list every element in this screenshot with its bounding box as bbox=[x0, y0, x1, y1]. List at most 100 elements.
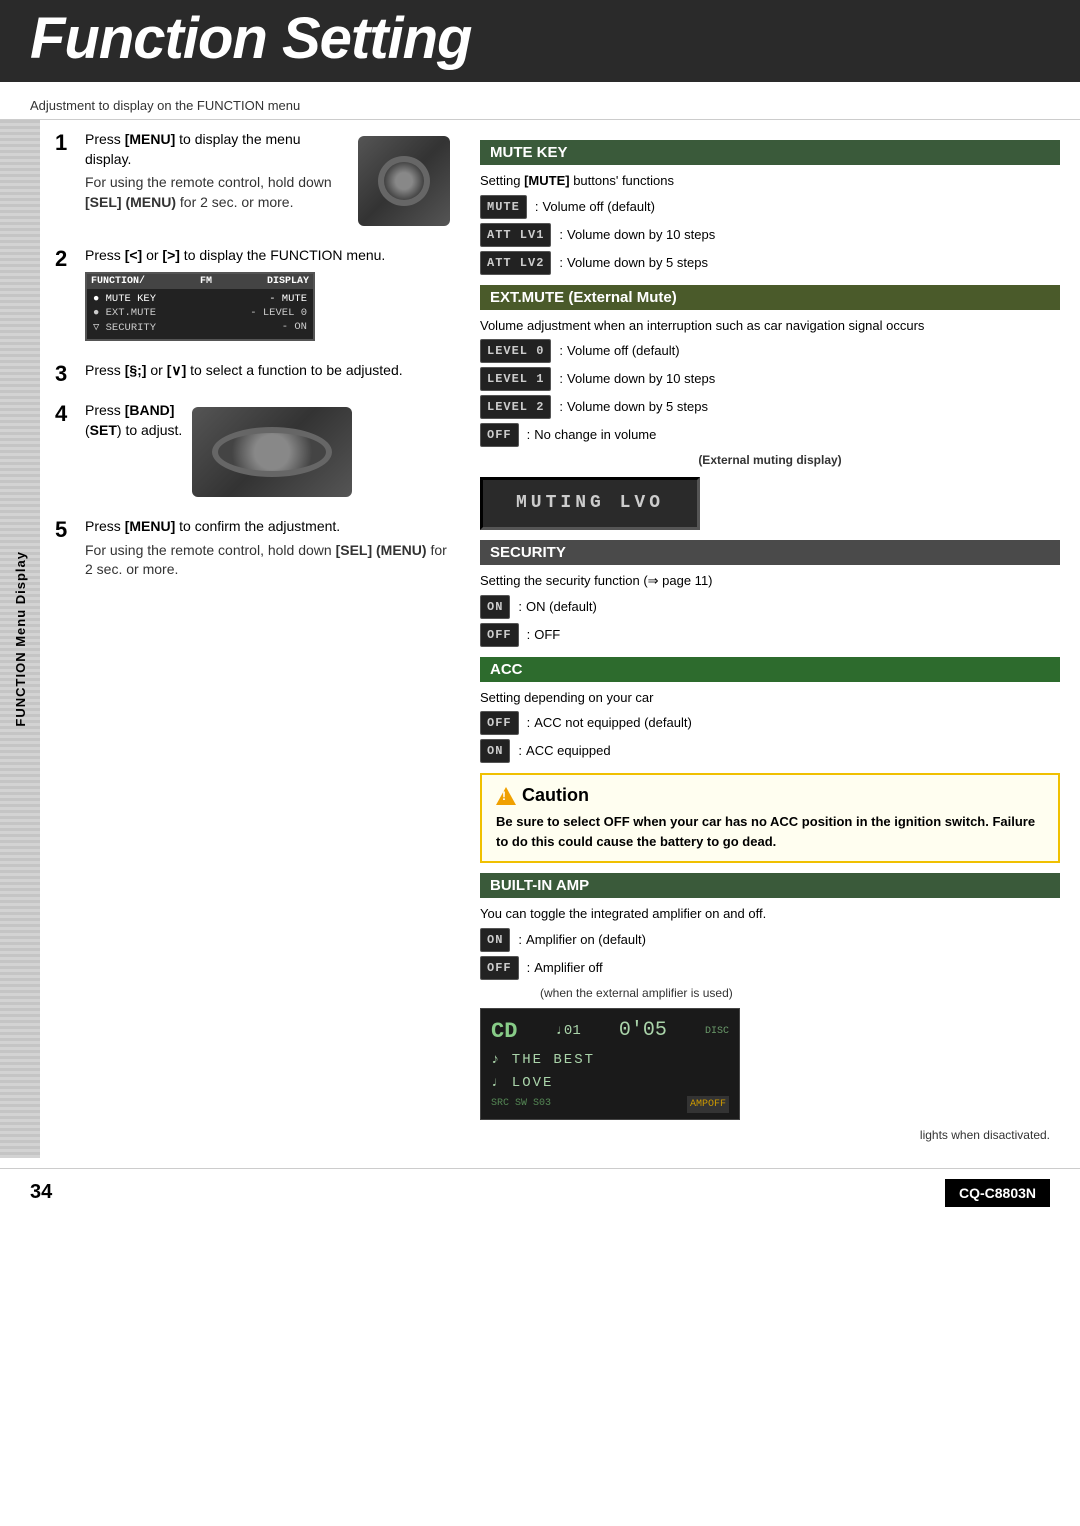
page-footer: 34 CQ-C8803N bbox=[0, 1168, 1080, 1217]
external-muting-label: (External muting display) bbox=[480, 451, 1060, 469]
level0-desc: Volume off (default) bbox=[567, 341, 680, 361]
step-5-content: Press [MENU] to confirm the adjustment. … bbox=[85, 517, 450, 584]
step-1-text-block: Press [MENU] to display the menu display… bbox=[85, 130, 348, 216]
level1-chip: LEVEL 1 bbox=[480, 367, 551, 391]
ext-mute-header: EXT.MUTE (External Mute) bbox=[480, 285, 1060, 310]
sidebar-label: FUNCTION Menu Display bbox=[0, 120, 40, 1158]
menu-row-1: ● MUTE KEY - MUTE bbox=[93, 292, 307, 306]
left-column: 1 Press [MENU] to display the menu displ… bbox=[40, 120, 470, 1158]
acc-item-1: OFF : ACC not equipped (default) bbox=[480, 711, 1060, 735]
page-title: Function Setting bbox=[30, 10, 1050, 68]
mute-colon: : bbox=[535, 197, 539, 217]
security-item-1: ON : ON (default) bbox=[480, 595, 1060, 619]
on-chip-acc: ON bbox=[480, 739, 510, 763]
level0-chip: LEVEL 0 bbox=[480, 339, 551, 363]
cd-display: CD ♩01 0'05 DISC ♪ THE BEST ♩ LOVE SRC S… bbox=[480, 1008, 740, 1120]
step-4-text: Press [BAND](SET) to adjust. bbox=[85, 401, 182, 440]
on-chip-amp: ON bbox=[480, 928, 510, 952]
cd-disc-label: DISC bbox=[705, 1024, 729, 1039]
on-desc-acc: ACC equipped bbox=[526, 741, 611, 761]
caution-label: Caution bbox=[522, 785, 589, 806]
step-2-content: Press [<] or [>] to display the FUNCTION… bbox=[85, 246, 450, 347]
menu-row-2-left: ● EXT.MUTE bbox=[93, 307, 156, 319]
caution-box: Caution Be sure to select OFF when your … bbox=[480, 773, 1060, 863]
step-5-text: Press [MENU] to confirm the adjustment. bbox=[85, 517, 450, 537]
cd-ampoff-label: AMPOFF bbox=[687, 1096, 729, 1113]
menu-col-3: DISPLAY bbox=[267, 276, 309, 287]
lights-note: lights when disactivated. bbox=[480, 1126, 1060, 1144]
att-lv2-desc: Volume down by 5 steps bbox=[567, 253, 708, 273]
cd-src: SRC SW S03 bbox=[491, 1096, 551, 1113]
security-body: Setting the security function (⇒ page 11… bbox=[480, 571, 1060, 647]
cd-top-row: CD ♩01 0'05 DISC bbox=[491, 1015, 729, 1048]
ext-mute-item-2: LEVEL 1 : Volume down by 10 steps bbox=[480, 367, 1060, 391]
menu-row-3: ▽ SECURITY - ON bbox=[93, 320, 307, 335]
step-4-num: 4 bbox=[55, 401, 79, 427]
ext-mute-body: Volume adjustment when an interruption s… bbox=[480, 316, 1060, 531]
muting-display: MUTING LVO bbox=[480, 477, 700, 530]
off-chip-sec: OFF bbox=[480, 623, 519, 647]
caution-title: Caution bbox=[496, 785, 1044, 806]
amp-note: (when the external amplifier is used) bbox=[540, 984, 1060, 1002]
cd-time: 0'05 bbox=[619, 1016, 667, 1046]
caution-triangle-icon bbox=[496, 787, 516, 805]
menu-header-row: FUNCTION/ FM DISPLAY bbox=[87, 274, 313, 289]
mute-key-item-2: ATT LV1 : Volume down by 10 steps bbox=[480, 223, 1060, 247]
cd-line-2: ♩ LOVE bbox=[491, 1073, 729, 1094]
mute-chip: MUTE bbox=[480, 195, 527, 219]
model-badge: CQ-C8803N bbox=[945, 1179, 1050, 1207]
level1-desc: Volume down by 10 steps bbox=[567, 369, 715, 389]
step-4-content: Press [BAND](SET) to adjust. bbox=[85, 401, 450, 503]
step-1-content: Press [MENU] to display the menu display… bbox=[85, 130, 450, 232]
step-5-num: 5 bbox=[55, 517, 79, 543]
menu-col-1: FUNCTION/ bbox=[91, 276, 145, 287]
built-in-amp-intro: You can toggle the integrated amplifier … bbox=[480, 904, 1060, 924]
cd-line-1: ♪ THE BEST bbox=[491, 1050, 729, 1071]
subtitle: Adjustment to display on the FUNCTION me… bbox=[0, 92, 1080, 120]
caution-text: Be sure to select OFF when your car has … bbox=[496, 812, 1044, 851]
step-5: 5 Press [MENU] to confirm the adjustment… bbox=[55, 517, 450, 584]
mute-key-item-1: MUTE : Volume off (default) bbox=[480, 195, 1060, 219]
step-1: 1 Press [MENU] to display the menu displ… bbox=[55, 130, 450, 232]
amp-item-1: ON : Amplifier on (default) bbox=[480, 928, 1060, 952]
device-image-1 bbox=[358, 136, 450, 226]
step-1-num: 1 bbox=[55, 130, 79, 156]
page-header: Function Setting bbox=[0, 0, 1080, 82]
mute-key-header: MUTE KEY bbox=[480, 140, 1060, 165]
cd-track: ♩01 bbox=[556, 1021, 581, 1042]
step-3: 3 Press [§;] or [∨] to select a functio… bbox=[55, 361, 450, 387]
ext-mute-intro: Volume adjustment when an interruption s… bbox=[480, 316, 1060, 336]
off-desc-ext: No change in volume bbox=[534, 425, 656, 445]
on-desc-amp: Amplifier on (default) bbox=[526, 930, 646, 950]
att-lv1-colon: : bbox=[559, 225, 563, 245]
page-number: 34 bbox=[30, 1181, 52, 1204]
step-2-num: 2 bbox=[55, 246, 79, 272]
att-lv1-desc: Volume down by 10 steps bbox=[567, 225, 715, 245]
off-chip-amp: OFF bbox=[480, 956, 519, 980]
level2-chip: LEVEL 2 bbox=[480, 395, 551, 419]
att-lv1-chip: ATT LV1 bbox=[480, 223, 551, 247]
step-4: 4 Press [BAND](SET) to adjust. bbox=[55, 401, 450, 503]
amp-item-2: OFF : Amplifier off bbox=[480, 956, 1060, 980]
att-lv2-chip: ATT LV2 bbox=[480, 251, 551, 275]
menu-row-3-left: ▽ SECURITY bbox=[93, 321, 156, 334]
menu-row-1-right: - MUTE bbox=[269, 293, 307, 305]
ext-mute-item-1: LEVEL 0 : Volume off (default) bbox=[480, 339, 1060, 363]
menu-row-2: ● EXT.MUTE - LEVEL 0 bbox=[93, 306, 307, 320]
step-3-text: Press [§;] or [∨] to select a function … bbox=[85, 361, 450, 381]
off-chip-ext: OFF bbox=[480, 423, 519, 447]
step-1-row: Press [MENU] to display the menu display… bbox=[85, 130, 450, 232]
step-1-note: For using the remote control, hold down … bbox=[85, 173, 348, 212]
cd-bottom-row: SRC SW S03 AMPOFF bbox=[491, 1096, 729, 1113]
menu-row-3-right: - ON bbox=[282, 321, 307, 334]
step-5-note: For using the remote control, hold down … bbox=[85, 541, 450, 580]
mute-key-body: Setting [MUTE] buttons' functions MUTE :… bbox=[480, 171, 1060, 275]
on-desc-sec: ON (default) bbox=[526, 597, 597, 617]
right-column: MUTE KEY Setting [MUTE] buttons' functio… bbox=[470, 120, 1080, 1158]
level2-desc: Volume down by 5 steps bbox=[567, 397, 708, 417]
att-lv2-colon: : bbox=[559, 253, 563, 273]
ext-mute-item-3: LEVEL 2 : Volume down by 5 steps bbox=[480, 395, 1060, 419]
acc-header: ACC bbox=[480, 657, 1060, 682]
built-in-amp-body: You can toggle the integrated amplifier … bbox=[480, 904, 1060, 1144]
step-2: 2 Press [<] or [>] to display the FUNCTI… bbox=[55, 246, 450, 347]
